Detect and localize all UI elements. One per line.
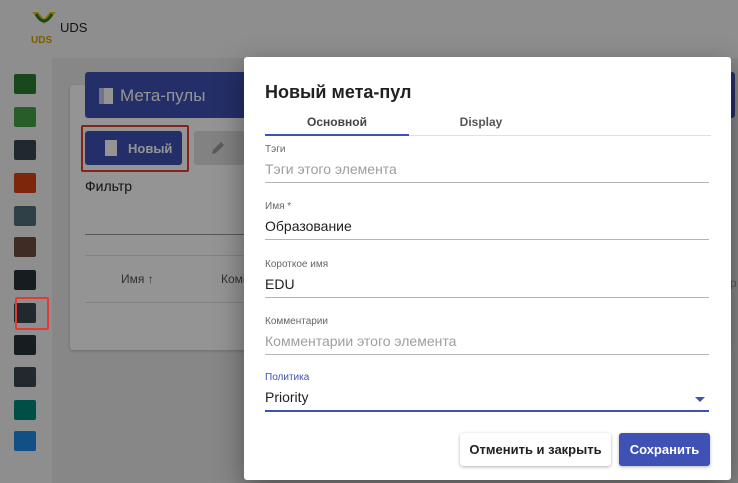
policy-label: Политика bbox=[265, 372, 310, 383]
sidebar-meta-pools-highlight bbox=[15, 297, 49, 330]
comments-label: Комментарии bbox=[265, 316, 328, 327]
tags-label: Тэги bbox=[265, 144, 286, 155]
name-underline bbox=[265, 239, 709, 240]
tab-main[interactable]: Основной bbox=[265, 115, 409, 136]
short-name-label: Короткое имя bbox=[265, 259, 329, 270]
short-name-underline bbox=[265, 297, 709, 298]
name-label: Имя * bbox=[265, 201, 292, 212]
new-meta-pool-dialog: Новый мета-пул Основной Display Тэги Имя… bbox=[244, 57, 731, 480]
comments-input[interactable] bbox=[265, 333, 709, 349]
save-button[interactable]: Сохранить bbox=[619, 433, 710, 466]
policy-select[interactable]: Priority bbox=[265, 389, 709, 405]
tags-underline bbox=[265, 182, 709, 183]
chevron-down-icon[interactable] bbox=[695, 397, 705, 402]
dialog-title: Новый мета-пул bbox=[265, 82, 412, 102]
tags-input[interactable] bbox=[265, 161, 709, 177]
right-column-fragment: р bbox=[730, 276, 737, 290]
cancel-button[interactable]: Отменить и закрыть bbox=[460, 433, 611, 466]
name-input[interactable] bbox=[265, 218, 709, 234]
policy-underline bbox=[265, 410, 709, 412]
dialog-tabs: Основной Display bbox=[265, 111, 711, 136]
tab-display[interactable]: Display bbox=[409, 115, 553, 136]
comments-underline bbox=[265, 354, 709, 355]
short-name-input[interactable] bbox=[265, 276, 709, 292]
